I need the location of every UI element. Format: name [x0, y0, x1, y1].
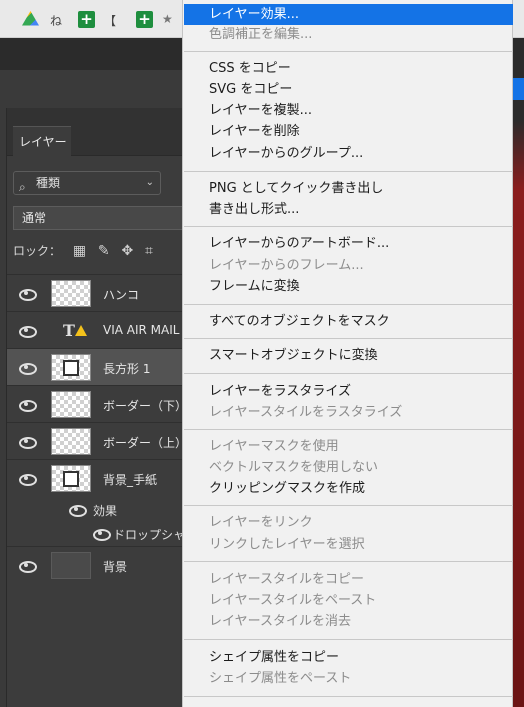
menu-separator: [184, 429, 513, 430]
layer-name: ボーダー（下）: [103, 399, 188, 413]
layer-row-background[interactable]: 背景: [7, 546, 197, 583]
layer-row[interactable]: ボーダー（下）: [7, 385, 197, 422]
lock-row: ロック： ▦ ✎ ✥ ⌗: [13, 242, 153, 259]
menu-separator: [184, 171, 513, 172]
warning-icon: [75, 325, 87, 336]
menu-item-paste-shape-attributes: シェイプ属性をペースト: [209, 671, 352, 686]
lock-artboard-icon[interactable]: ⌗: [145, 243, 153, 259]
lock-position-icon[interactable]: ✥: [121, 243, 133, 259]
effects-label: 効果: [93, 504, 118, 518]
text-layer-icon: T: [63, 321, 75, 340]
menu-item-convert-to-frame[interactable]: フレームに変換: [184, 276, 513, 297]
menu-separator: [184, 304, 513, 305]
layer-row[interactable]: ボーダー（上）: [7, 422, 197, 459]
layer-row[interactable]: ハンコ: [7, 274, 197, 311]
eye-icon[interactable]: [69, 502, 87, 517]
menu-item-copy-css[interactable]: CSS をコピー: [184, 58, 513, 79]
effects-row[interactable]: 効果: [7, 497, 197, 521]
panel-tab-bar: レイヤー: [7, 108, 196, 156]
menu-item-artboard-from-layers[interactable]: レイヤーからのアートボード...: [184, 233, 513, 254]
menu-separator: [184, 51, 513, 52]
menu-item-export-as[interactable]: 書き出し形式...: [184, 199, 513, 220]
eye-icon[interactable]: [19, 397, 37, 412]
layer-thumbnail: [51, 280, 91, 307]
layer-kind-filter[interactable]: ⌕ 種類 ⌄: [13, 171, 161, 195]
menu-item-layer-effects[interactable]: レイヤー効果...: [184, 4, 513, 25]
canvas-tab-indicator: [513, 78, 524, 100]
layer-name: 背景: [103, 560, 128, 574]
layer-context-menu: レイヤー効果... 色調補正を編集... CSS をコピー SVG をコピー レ…: [182, 0, 513, 707]
menu-separator: [184, 505, 513, 506]
eye-icon[interactable]: [19, 360, 37, 375]
menu-item-copy-layer-style: レイヤースタイルをコピー: [209, 572, 364, 587]
layer-name: VIA AIR MAIL: [103, 323, 180, 337]
search-icon: ⌕: [19, 180, 26, 194]
menu-item-enable-layer-mask: レイヤーマスクを使用: [209, 439, 339, 454]
menu-item-mask-all-objects[interactable]: すべてのオブジェクトをマスク: [184, 311, 513, 332]
menu-separator: [184, 639, 513, 640]
eye-icon[interactable]: [19, 323, 37, 338]
lock-transparency-icon[interactable]: ▦: [73, 243, 86, 259]
menu-separator: [184, 338, 513, 339]
layer-name: ハンコ: [103, 288, 140, 302]
layer-thumbnail: [51, 552, 91, 579]
shape-icon: [63, 360, 79, 376]
menu-item-create-clipping-mask[interactable]: クリッピングマスクを作成: [184, 478, 513, 499]
google-drive-icon[interactable]: [22, 11, 39, 26]
add-bookmark-icon[interactable]: +: [78, 11, 95, 28]
menu-item-select-linked-layers: リンクしたレイヤーを選択: [209, 537, 365, 552]
add-bookmark-icon-2[interactable]: +: [136, 11, 153, 28]
layer-name: ボーダー（上）: [103, 436, 188, 450]
menu-item-edit-adjustment: 色調補正を編集...: [209, 27, 313, 42]
menu-separator: [184, 561, 513, 562]
star-icon[interactable]: ★: [162, 12, 173, 26]
eye-icon[interactable]: [19, 286, 37, 301]
chevron-down-icon: ⌄: [145, 177, 154, 188]
menu-item-quick-export-png[interactable]: PNG としてクイック書き出し: [184, 178, 513, 199]
layer-name: 背景_手紙: [103, 473, 158, 487]
blend-mode-select[interactable]: 通常: [13, 206, 193, 230]
eye-icon[interactable]: [19, 558, 37, 573]
menu-item-paste-layer-style: レイヤースタイルをペースト: [209, 593, 377, 608]
tab-layers[interactable]: レイヤー: [13, 126, 71, 156]
menu-separator: [184, 373, 513, 374]
shape-icon: [63, 471, 79, 487]
layer-thumbnail: [51, 428, 91, 455]
menu-item-copy-shape-attributes[interactable]: シェイプ属性をコピー: [184, 647, 513, 668]
bookmark-char[interactable]: ね: [50, 12, 62, 29]
layer-row-selected[interactable]: 長方形 1: [7, 348, 197, 385]
layer-thumbnail: [51, 465, 91, 492]
eye-icon[interactable]: [19, 434, 37, 449]
menu-item-delete-layer[interactable]: レイヤーを削除: [184, 121, 513, 142]
layer-name: 長方形 1: [103, 362, 151, 376]
lock-pixels-icon[interactable]: ✎: [98, 243, 110, 259]
layer-thumbnail: [51, 391, 91, 418]
menu-separator: [184, 226, 513, 227]
bracket-char[interactable]: 【: [104, 12, 116, 29]
menu-item-duplicate-layer[interactable]: レイヤーを複製...: [184, 100, 513, 121]
menu-item-rasterize-layer-style: レイヤースタイルをラスタライズ: [209, 405, 403, 420]
menu-item-copy-svg[interactable]: SVG をコピー: [184, 79, 513, 100]
menu-item-group-from-layers[interactable]: レイヤーからのグループ...: [184, 143, 513, 164]
menu-item-frame-from-layers: レイヤーからのフレーム...: [209, 258, 364, 273]
menu-item-rasterize-layer[interactable]: レイヤーをラスタライズ: [184, 381, 513, 402]
canvas-edge: [513, 70, 524, 707]
menu-item-disable-vector-mask: ベクトルマスクを使用しない: [209, 460, 379, 475]
eye-icon[interactable]: [93, 526, 111, 541]
menu-item-convert-smart-object[interactable]: スマートオブジェクトに変換: [184, 345, 513, 366]
layer-thumbnail: [51, 354, 91, 381]
layers-panel: レイヤー ⌕ 種類 ⌄ 通常 ロック： ▦ ✎ ✥ ⌗ ハンコ T VIA AI…: [6, 108, 197, 707]
menu-item-clear-layer-style: レイヤースタイルを消去: [209, 614, 351, 629]
menu-item-link-layers: レイヤーをリンク: [209, 515, 313, 530]
menu-separator: [184, 696, 513, 697]
drop-shadow-row[interactable]: ドロップシャド: [7, 521, 197, 545]
layer-row[interactable]: 背景_手紙: [7, 459, 197, 496]
eye-icon[interactable]: [19, 471, 37, 486]
layer-kind-label: 種類: [36, 176, 61, 190]
lock-label: ロック：: [13, 244, 62, 258]
layer-row[interactable]: T VIA AIR MAIL: [7, 311, 197, 348]
